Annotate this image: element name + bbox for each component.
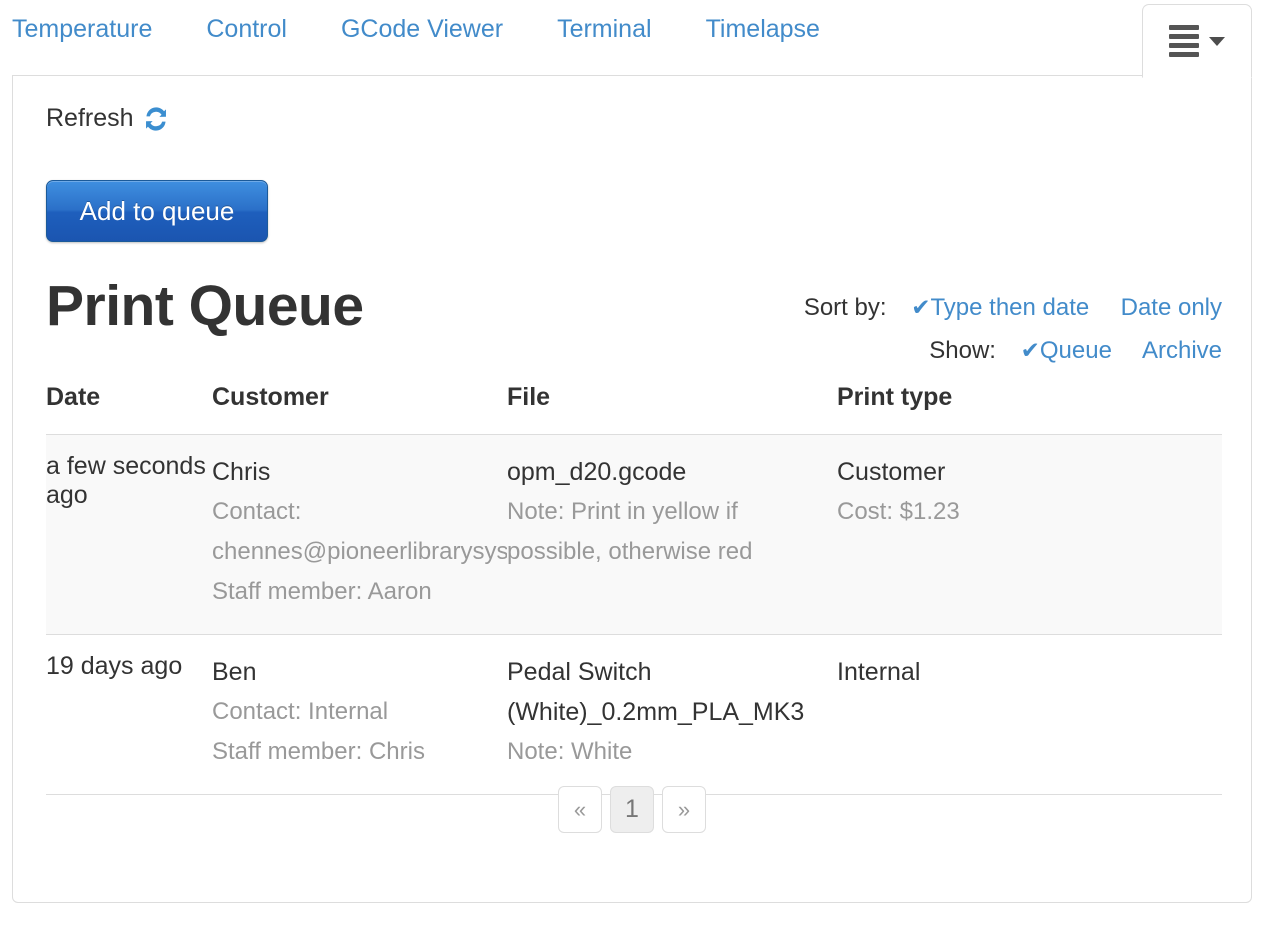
print-type-value: Internal xyxy=(837,658,921,686)
column-header-date: Date xyxy=(46,383,101,411)
cell-date: a few seconds ago xyxy=(46,434,212,635)
column-header-print-type: Print type xyxy=(837,383,953,411)
print-type-value: Customer xyxy=(837,458,946,486)
cell-print-type: Internal xyxy=(837,634,1222,795)
pagination: « 1 » xyxy=(13,786,1251,833)
tab-gcode-viewer[interactable]: GCode Viewer xyxy=(341,14,531,44)
refresh-icon[interactable] xyxy=(143,106,169,132)
tab-timelapse[interactable]: Timelapse xyxy=(706,14,848,44)
print-queue-table: Date Customer File Print type a few seco… xyxy=(46,383,1222,795)
customer-staff-member: Staff member: Chris xyxy=(212,738,425,765)
customer-staff-member: Staff member: Aaron xyxy=(212,578,432,605)
pagination-prev[interactable]: « xyxy=(558,786,602,833)
column-header-customer: Customer xyxy=(212,383,329,411)
pagination-next[interactable]: » xyxy=(662,786,706,833)
tab-list: Temperature Control GCode Viewer Termina… xyxy=(12,14,874,44)
customer-contact: Contact: Internal xyxy=(212,698,389,725)
customer-name: Ben xyxy=(212,658,257,686)
table-body: a few seconds ago Chris Contact: chennes… xyxy=(46,434,1222,795)
sort-option-date-only[interactable]: Date only xyxy=(1121,294,1222,321)
cell-print-type: Customer Cost: $1.23 xyxy=(837,434,1222,635)
print-cost: Cost: $1.23 xyxy=(837,498,960,525)
sort-by-label: Sort by: xyxy=(803,294,887,321)
print-queue-panel: Refresh Add to queue Print Queue Sort by… xyxy=(12,75,1252,903)
page-root: Temperature Control GCode Viewer Termina… xyxy=(0,0,1280,934)
hamburger-icon xyxy=(1169,25,1199,57)
queue-header: Print Queue Sort by: ✔Type then date Dat… xyxy=(46,272,1222,364)
tab-bar: Temperature Control GCode Viewer Termina… xyxy=(0,0,1280,78)
refresh-label: Refresh xyxy=(46,104,134,132)
cell-date: 19 days ago xyxy=(46,634,212,795)
show-row: Show: ✔Queue Archive xyxy=(804,329,1222,372)
check-icon: ✔ xyxy=(911,294,931,320)
table-header-row: Date Customer File Print type xyxy=(46,383,1222,435)
cell-customer: Chris Contact: chennes@pioneerlibrarysys… xyxy=(212,434,507,635)
chevron-down-icon xyxy=(1209,36,1225,46)
cell-file: Pedal Switch (White)_0.2mm_PLA_MK3 Note:… xyxy=(507,634,837,795)
pagination-page-1[interactable]: 1 xyxy=(610,786,654,833)
table-row[interactable]: 19 days ago Ben Contact: Internal Staff … xyxy=(46,634,1222,795)
tab-temperature[interactable]: Temperature xyxy=(12,14,180,44)
sort-by-row: Sort by: ✔Type then date Date only xyxy=(804,286,1222,329)
sort-option-type-then-date-label: Type then date xyxy=(930,294,1090,321)
tab-menu-dropdown[interactable] xyxy=(1142,4,1252,78)
file-name: Pedal Switch (White)_0.2mm_PLA_MK3 xyxy=(507,658,805,726)
show-label: Show: xyxy=(929,337,996,364)
table-row[interactable]: a few seconds ago Chris Contact: chennes… xyxy=(46,434,1222,635)
cell-file: opm_d20.gcode Note: Print in yellow if p… xyxy=(507,434,837,635)
customer-contact: Contact: chennes@pioneerlibrarysys xyxy=(212,498,507,565)
refresh-control[interactable]: Refresh xyxy=(46,104,169,133)
file-note: Note: White xyxy=(507,738,633,765)
tab-terminal[interactable]: Terminal xyxy=(557,14,679,44)
cell-customer: Ben Contact: Internal Staff member: Chri… xyxy=(212,634,507,795)
tab-control[interactable]: Control xyxy=(206,14,315,44)
add-to-queue-button[interactable]: Add to queue xyxy=(46,180,268,242)
show-option-archive[interactable]: Archive xyxy=(1142,337,1222,364)
check-icon: ✔ xyxy=(1020,337,1040,363)
file-note: Note: Print in yellow if possible, other… xyxy=(507,498,753,565)
customer-name: Chris xyxy=(212,458,271,486)
show-option-queue-label: Queue xyxy=(1039,337,1112,364)
show-option-queue[interactable]: ✔Queue xyxy=(1021,337,1112,364)
sort-option-type-then-date[interactable]: ✔Type then date xyxy=(911,294,1089,321)
file-name: opm_d20.gcode xyxy=(507,458,687,486)
list-controls: Sort by: ✔Type then date Date only Show:… xyxy=(804,286,1222,372)
table-header: Date Customer File Print type xyxy=(46,383,1222,435)
column-header-file: File xyxy=(507,383,551,411)
